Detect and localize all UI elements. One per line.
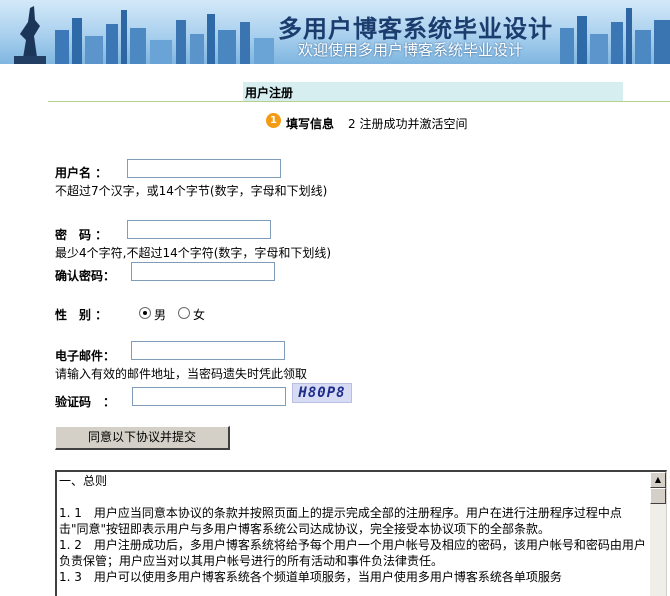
step-next-label: 2 注册成功并激活空间 xyxy=(348,117,468,131)
step-number-badge: 1 xyxy=(266,113,281,128)
password-label: 密 码 ： xyxy=(55,228,108,242)
username-label: 用户名 ： xyxy=(55,166,108,180)
agreement-content: 一、总则 1. 1 用户应当同意本协议的条款并按照页面上的提示完成全部的注册程序… xyxy=(59,473,649,585)
agreement-textarea[interactable]: 一、总则 1. 1 用户应当同意本协议的条款并按照页面上的提示完成全部的注册程序… xyxy=(55,470,667,596)
confirm-password-label: 确认密码： xyxy=(55,269,116,283)
scroll-thumb[interactable] xyxy=(650,488,666,504)
captcha-input[interactable] xyxy=(132,387,286,406)
gender-male-label: 男 xyxy=(154,308,167,322)
password-hint: 最少4个字符,不超过14个字符(数字，字母和下划线) xyxy=(55,246,332,260)
gender-male-radio[interactable] xyxy=(139,307,151,319)
agreement-item: 1. 2 用户注册成功后，多用户博客系统将给予每个用户一个用户帐号及相应的密码，… xyxy=(59,538,646,568)
submit-agree-button[interactable]: 同意以下协议并提交 xyxy=(55,426,230,450)
agreement-item: 1. 1 用户应当同意本协议的条款并按照页面上的提示完成全部的注册程序。用户在进… xyxy=(59,506,622,536)
email-input[interactable] xyxy=(131,341,285,360)
confirm-password-input[interactable] xyxy=(131,262,275,281)
gender-label: 性 别 ： xyxy=(55,308,108,322)
password-input[interactable] xyxy=(127,220,271,239)
header-banner: 多用户博客系统毕业设计 欢迎使用多用户博客系统毕业设计 xyxy=(0,0,670,64)
agreement-heading: 一、总则 xyxy=(59,474,108,488)
agreement-scrollbar[interactable]: ▲ xyxy=(650,472,666,596)
step-current-label: 填写信息 xyxy=(286,117,335,131)
username-hint: 不超过7个汉字，或14个字节(数字，字母和下划线) xyxy=(55,184,328,198)
section-header-bar xyxy=(243,82,623,101)
email-label: 电子邮件： xyxy=(55,349,116,363)
site-subtitle: 欢迎使用多用户博客系统毕业设计 xyxy=(298,41,524,59)
section-title: 用户注册 xyxy=(245,86,294,100)
captcha-image[interactable]: H80P8 xyxy=(292,383,352,403)
gender-female-label: 女 xyxy=(193,308,206,322)
scroll-up-arrow-icon[interactable]: ▲ xyxy=(650,472,666,488)
captcha-label: 验证码 ： xyxy=(55,395,116,409)
username-input[interactable] xyxy=(127,159,281,178)
gender-female-radio[interactable] xyxy=(178,307,190,319)
agreement-item: 1. 3 用户可以使用多用户博客系统各个频道单项服务，当用户使用多用户博客系统各… xyxy=(59,570,562,584)
agreement-spacer xyxy=(59,489,649,505)
email-hint: 请输入有效的邮件地址，当密码遗失时凭此领取 xyxy=(55,367,308,381)
section-divider xyxy=(48,101,670,102)
